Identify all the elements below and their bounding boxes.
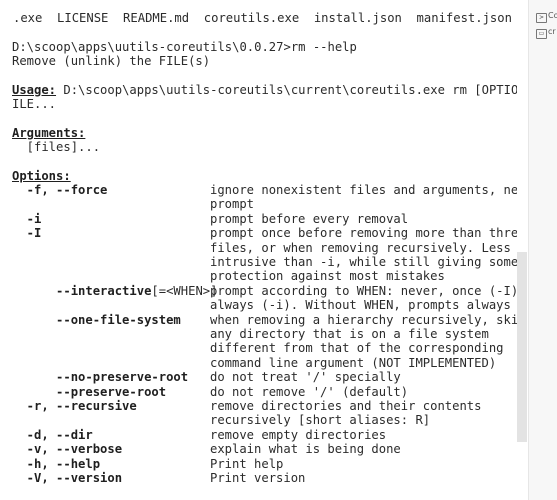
option-flag: -V, --version xyxy=(12,471,122,485)
command-prompt: D:\scoop\apps\uutils-coreutils\0.0.27>rm… xyxy=(12,40,357,54)
side-item-2[interactable]: ▭ cr xyxy=(536,25,557,39)
option-flag: -i xyxy=(12,211,42,226)
option-flag-name: -r, --recursive xyxy=(12,399,137,413)
option-flag: -h, --help xyxy=(12,457,100,471)
option-description: ignore nonexistent files and arguments, … xyxy=(210,183,528,197)
terminal-output[interactable]: .exe LICENSE README.md coreutils.exe ins… xyxy=(0,0,528,500)
option-description: intrusive than -i, while still giving so… xyxy=(210,255,519,269)
option-flag-name: -f, --force xyxy=(12,183,108,197)
option-flag: --interactive[=<WHEN>] xyxy=(12,284,217,298)
option-description: protection against most mistakes xyxy=(210,269,445,284)
option-description: do not remove '/' (default) xyxy=(210,384,409,399)
option-flag: -v, --verbose xyxy=(12,442,122,456)
option-description: prompt xyxy=(210,197,255,212)
option-description: any directory that is on a file system xyxy=(210,327,489,341)
option-description: prompt according to WHEN: never, once (-… xyxy=(210,283,528,298)
option-flag: -I xyxy=(12,226,42,241)
usage-label: Usage: xyxy=(12,83,57,97)
option-description: Print version xyxy=(210,471,306,485)
usage-line: Usage: D:\scoop\apps\uutils-coreutils\cu… xyxy=(12,83,528,97)
option-description: files, or when removing recursively. Les… xyxy=(210,240,511,255)
option-description: when removing a hierarchy recursively, s… xyxy=(210,312,526,327)
option-flag-name: --no-preserve-root xyxy=(12,370,189,385)
option-flag-name: --one-file-system xyxy=(12,312,181,327)
option-description: different from that of the corresponding xyxy=(210,341,504,356)
terminal-icon: > xyxy=(536,13,547,23)
option-flag-name: -I xyxy=(12,226,42,241)
arguments-item: [files]... xyxy=(12,140,101,154)
option-description: recursively [short aliases: R] xyxy=(210,413,431,428)
option-description: remove directories and their contents xyxy=(210,399,482,413)
side-item-1[interactable]: > Co xyxy=(536,9,557,23)
option-flag-name: -d, --dir xyxy=(12,427,93,442)
option-flag: -r, --recursive xyxy=(12,399,137,413)
option-description: prompt before every removal xyxy=(210,211,409,226)
option-description: Print help xyxy=(210,456,284,471)
option-flag-value: [=<WHEN>] xyxy=(151,283,218,298)
option-description: prompt once before removing more than th… xyxy=(210,226,526,241)
options-heading: Options: xyxy=(12,169,71,183)
option-description: do not treat '/' specially xyxy=(210,370,401,385)
option-flag-name: --interactive xyxy=(12,283,152,298)
option-flag-name: -i xyxy=(12,211,42,226)
scrollbar-thumb[interactable] xyxy=(517,252,527,442)
option-flag: -d, --dir xyxy=(12,428,93,442)
option-description: command line argument (NOT IMPLEMENTED) xyxy=(210,355,497,370)
option-flag: --preserve-root xyxy=(12,385,166,399)
option-flag: --one-file-system xyxy=(12,313,181,327)
option-description: explain what is being done xyxy=(210,442,401,457)
option-flag-name: -V, --version xyxy=(12,471,123,485)
usage-text: D:\scoop\apps\uutils-coreutils\current\c… xyxy=(56,83,528,97)
window-icon: ▭ xyxy=(536,29,547,39)
option-flag-name: -v, --verbose xyxy=(12,442,123,457)
arguments-heading: Arguments: xyxy=(12,126,86,140)
option-flag: -f, --force xyxy=(12,183,108,197)
help-description: Remove (unlink) the FILE(s) xyxy=(12,54,211,68)
side-panel: > Co ▭ cr xyxy=(528,0,557,500)
files-listing: .exe LICENSE README.md coreutils.exe ins… xyxy=(13,11,512,25)
usage-wrap: ILE... xyxy=(12,97,57,111)
option-description: remove empty directories xyxy=(210,427,387,442)
option-description: always (-i). Without WHEN, prompts alway… xyxy=(210,298,511,313)
option-flag: --no-preserve-root xyxy=(12,370,188,384)
option-flag-name: --preserve-root xyxy=(12,384,167,399)
option-flag-name: -h, --help xyxy=(12,456,101,471)
